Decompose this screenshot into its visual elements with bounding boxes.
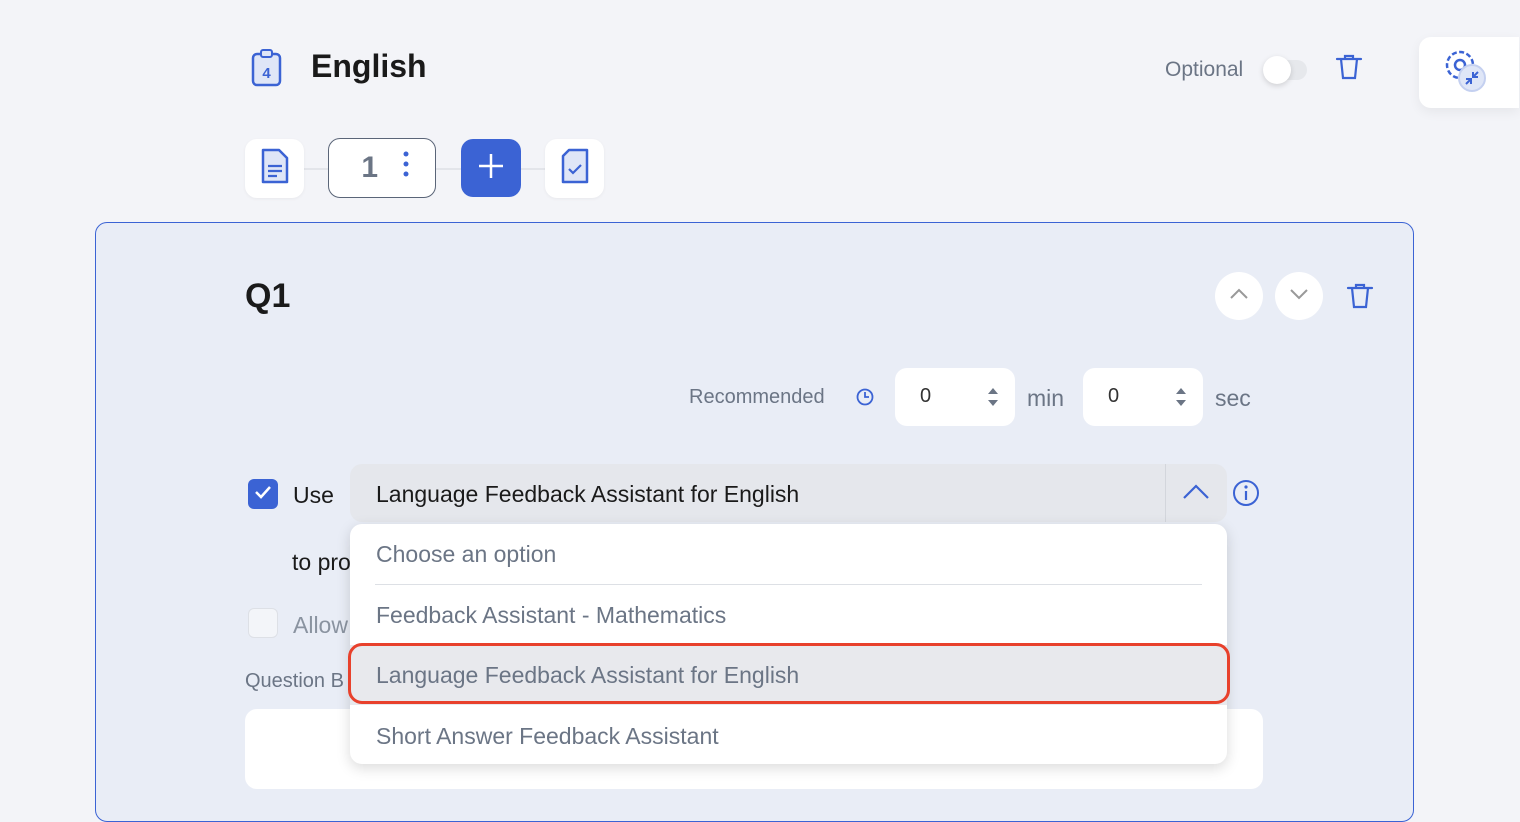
more-vertical-icon[interactable] bbox=[403, 151, 409, 185]
min-label: min bbox=[1027, 385, 1065, 411]
use-label: Use bbox=[293, 482, 334, 508]
collapse-settings-button[interactable] bbox=[1419, 37, 1519, 108]
optional-toggle[interactable] bbox=[1263, 56, 1307, 84]
page-title: English bbox=[311, 48, 427, 84]
clipboard-section-icon: 4 bbox=[250, 47, 286, 94]
plus-icon bbox=[477, 152, 505, 185]
minutes-input[interactable]: 0 bbox=[895, 368, 1015, 426]
selected-value: Language Feedback Assistant for English bbox=[376, 481, 800, 507]
allow-checkbox[interactable] bbox=[248, 608, 278, 638]
allow-label: Allow bbox=[293, 612, 348, 638]
sec-label: sec bbox=[1215, 385, 1251, 411]
add-page-button[interactable] bbox=[461, 139, 521, 197]
delete-question-icon[interactable] bbox=[1346, 282, 1374, 315]
svg-text:4: 4 bbox=[262, 65, 271, 82]
chevron-up-icon bbox=[1229, 287, 1249, 305]
option-placeholder[interactable]: Choose an option bbox=[350, 524, 1227, 584]
recommended-time-label: Recommended bbox=[689, 386, 825, 408]
seconds-input[interactable]: 0 bbox=[1083, 368, 1203, 426]
instructions-page-button[interactable] bbox=[245, 139, 304, 198]
check-icon bbox=[254, 485, 272, 504]
move-up-button[interactable] bbox=[1215, 272, 1263, 320]
document-check-icon bbox=[559, 146, 591, 191]
document-icon bbox=[259, 146, 291, 191]
highlight-outline bbox=[348, 643, 1230, 704]
option-feedback-math[interactable]: Feedback Assistant - Mathematics bbox=[350, 585, 1227, 645]
stepper-icon[interactable] bbox=[987, 386, 999, 414]
use-assistant-checkbox[interactable] bbox=[248, 479, 278, 509]
chevron-down-icon bbox=[1289, 287, 1309, 305]
assistant-select[interactable]: Language Feedback Assistant for English bbox=[350, 464, 1227, 522]
delete-section-icon[interactable] bbox=[1335, 53, 1363, 86]
question-label: Q1 bbox=[245, 277, 291, 315]
page-number: 1 bbox=[361, 151, 379, 184]
move-down-button[interactable] bbox=[1275, 272, 1323, 320]
settings-collapse-icon bbox=[1441, 47, 1489, 98]
info-icon[interactable] bbox=[1232, 479, 1260, 512]
option-short-answer[interactable]: Short Answer Feedback Assistant bbox=[350, 706, 1227, 764]
stepper-icon[interactable] bbox=[1175, 386, 1187, 414]
page-1-button[interactable]: 1 bbox=[328, 138, 436, 198]
to-provide-label: to pro bbox=[292, 549, 351, 575]
question-body-label: Question B bbox=[245, 670, 344, 692]
chevron-up-icon[interactable] bbox=[1182, 482, 1210, 507]
optional-label: Optional bbox=[1165, 58, 1244, 81]
submit-page-button[interactable] bbox=[545, 139, 604, 198]
clock-icon bbox=[856, 388, 874, 411]
